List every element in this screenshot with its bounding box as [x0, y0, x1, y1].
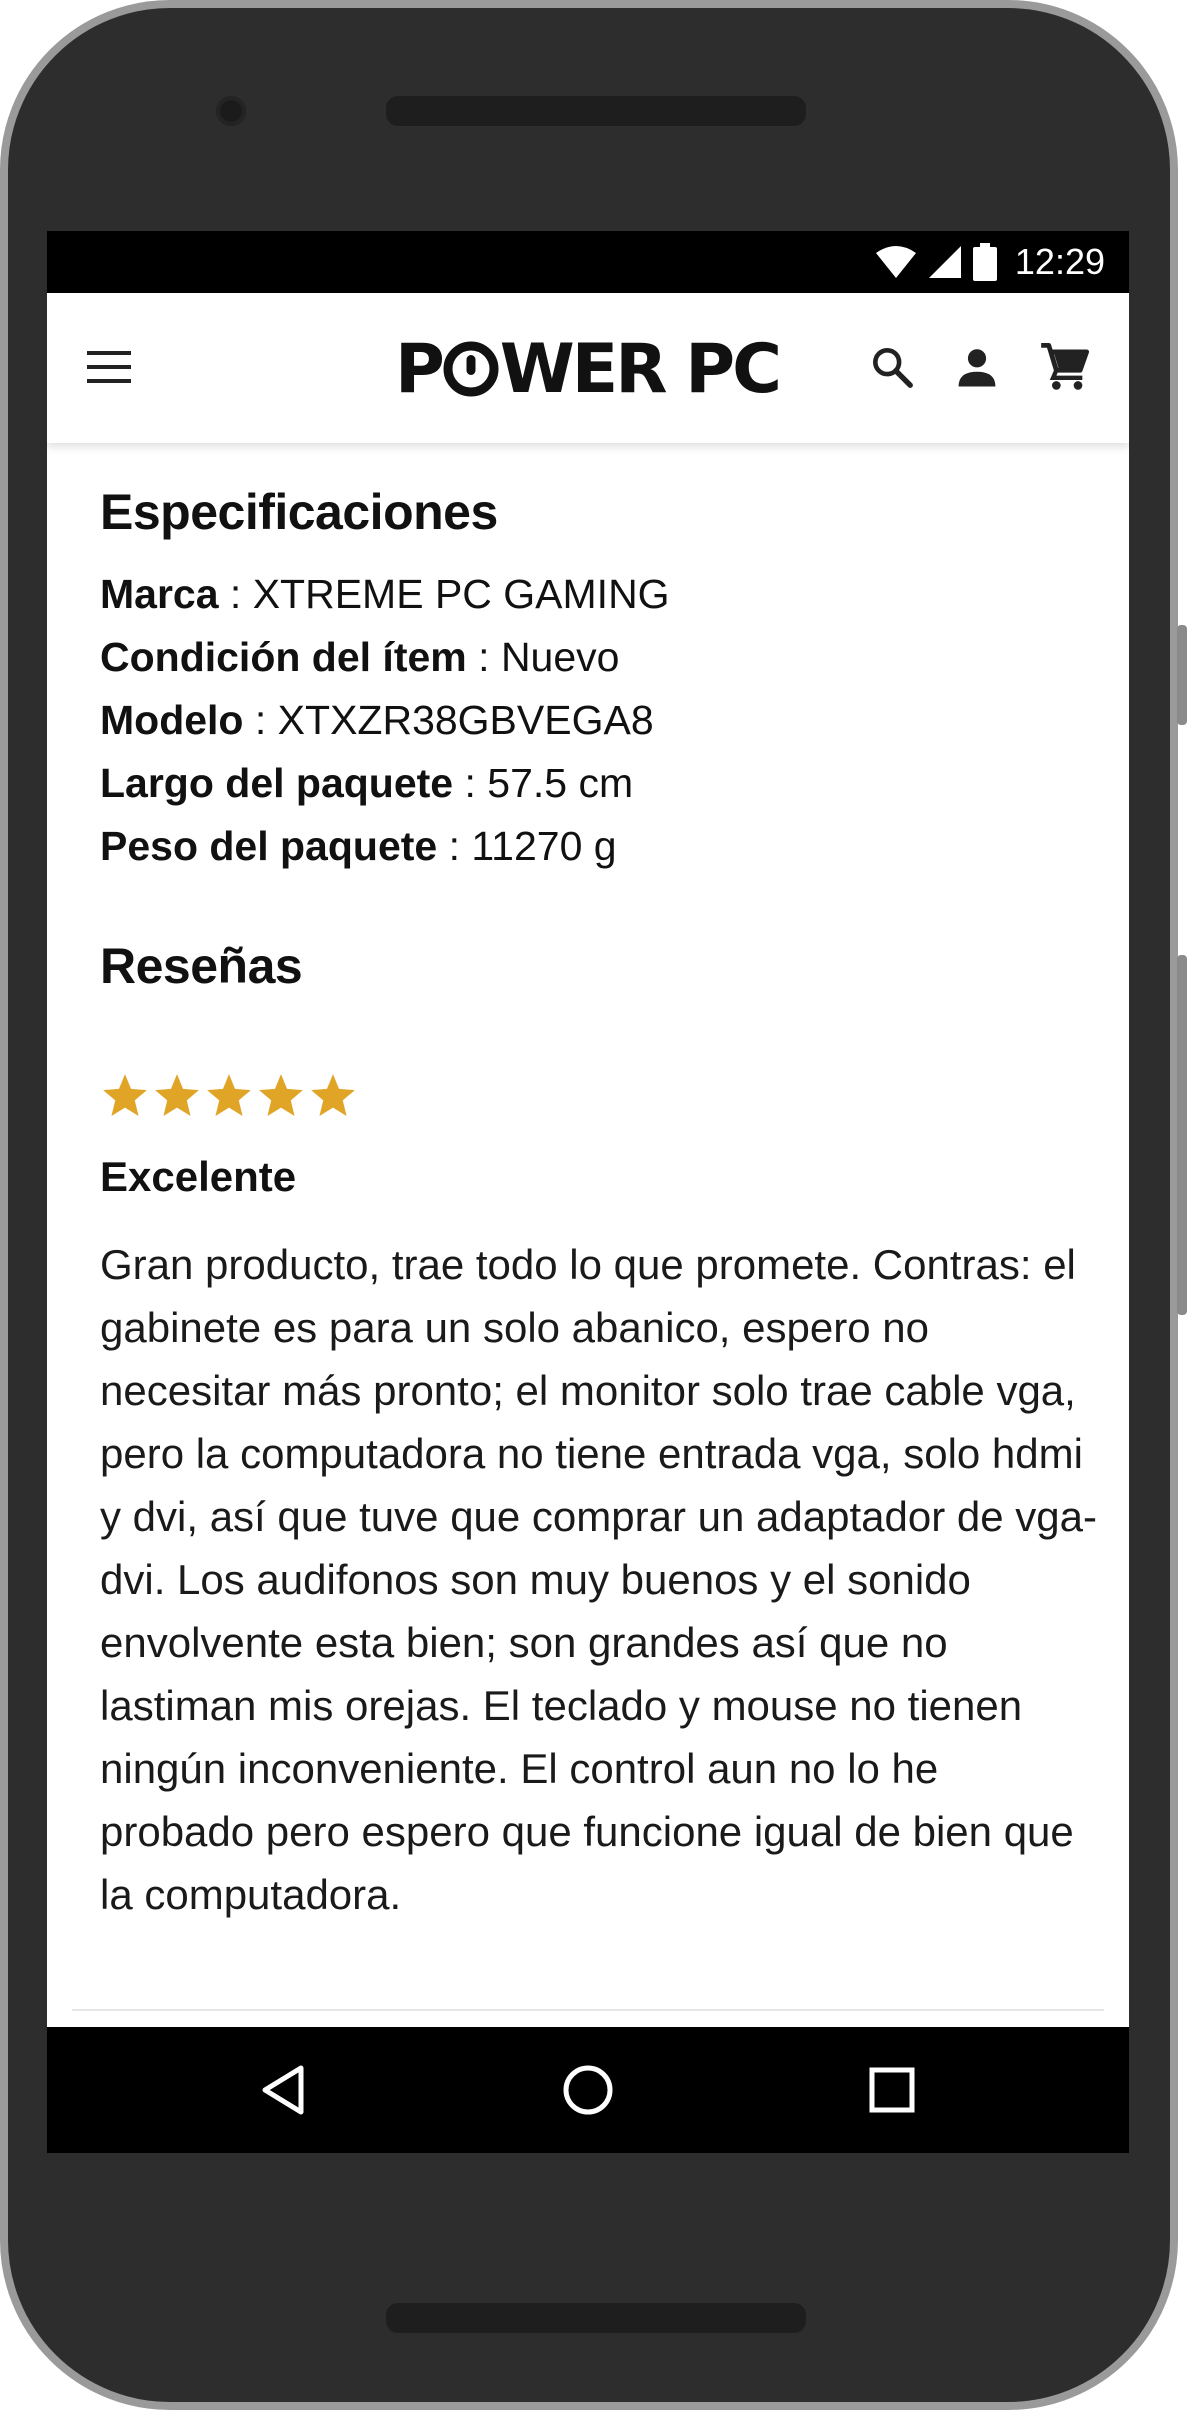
spec-value: 57.5 cm — [487, 760, 634, 806]
menu-button[interactable] — [85, 343, 133, 391]
earpiece-speaker — [386, 96, 806, 126]
status-bar: 12:29 — [47, 231, 1129, 293]
spec-value: Nuevo — [500, 634, 620, 680]
review-title: Excelente — [100, 1153, 297, 1200]
app-bar: P WER PC — [47, 293, 1129, 443]
volume-button — [1177, 955, 1187, 1315]
back-icon — [262, 2065, 304, 2115]
spec-label: Modelo — [100, 697, 244, 743]
logo-text-left: P — [394, 329, 445, 409]
specs-title: Especificaciones — [100, 484, 498, 540]
spec-row: Modelo : XTXZR38GBVEGA8 — [100, 689, 1100, 752]
spec-row: Peso del paquete : 11270 g — [100, 815, 1100, 878]
logo-text-right: WER PC — [499, 329, 782, 409]
spec-label: Condición del ítem — [100, 634, 467, 680]
navigation-bar — [47, 2027, 1129, 2153]
spec-value: XTXZR38GBVEGA8 — [277, 697, 654, 743]
spec-row: Marca : XTREME PC GAMING — [100, 563, 1100, 626]
spec-separator: : — [466, 634, 501, 680]
review-divider — [72, 2009, 1104, 2011]
product-detail-content[interactable]: Especificaciones Marca : XTREME PC GAMIN… — [47, 443, 1129, 2027]
spec-separator: : — [243, 697, 278, 743]
star-icon — [259, 1074, 303, 1116]
cell-signal-icon — [928, 246, 961, 278]
star-icon — [103, 1074, 147, 1116]
front-camera — [216, 96, 246, 126]
account-button[interactable] — [947, 337, 1007, 397]
home-button[interactable] — [558, 2060, 618, 2120]
star-icon — [207, 1074, 251, 1116]
spec-label: Largo del paquete — [100, 760, 454, 806]
menu-icon — [87, 351, 131, 383]
recents-button[interactable] — [862, 2060, 922, 2120]
star-icon — [155, 1074, 199, 1116]
spec-separator: : — [437, 823, 472, 869]
spec-label: Marca — [100, 571, 219, 617]
spec-value: 11270 g — [471, 823, 617, 869]
search-icon — [873, 348, 913, 388]
home-icon — [563, 2065, 613, 2115]
spec-value: XTREME PC GAMING — [252, 571, 670, 617]
power-button — [1177, 625, 1187, 725]
reviews-title: Reseñas — [100, 938, 303, 994]
back-button[interactable] — [253, 2060, 313, 2120]
power-pc-logo[interactable]: P WER PC — [387, 330, 787, 409]
battery-icon — [972, 243, 997, 281]
spec-row: Condición del ítem : Nuevo — [100, 626, 1100, 689]
cart-button[interactable] — [1035, 337, 1095, 397]
spec-separator: : — [453, 760, 488, 806]
spec-separator: : — [218, 571, 253, 617]
cart-icon — [1041, 342, 1090, 390]
star-icon — [311, 1074, 355, 1116]
review-body: Gran producto, trae todo lo que promete.… — [100, 1241, 1097, 1918]
spec-row: Largo del paquete : 57.5 cm — [100, 752, 1100, 815]
review-rating — [100, 1071, 358, 1121]
account-icon — [958, 349, 996, 387]
recents-icon — [869, 2067, 915, 2113]
power-symbol-icon — [443, 341, 499, 397]
search-button[interactable] — [862, 337, 922, 397]
status-time: 12:29 — [1014, 241, 1105, 282]
spec-label: Peso del paquete — [100, 823, 438, 869]
bottom-speaker — [386, 2303, 806, 2333]
screen: 12:29 P WER PC Especificaciones Marca: … — [47, 231, 1129, 2153]
wifi-icon — [875, 246, 916, 278]
specs-list: Marca : XTREME PC GAMING Condición del ít… — [100, 563, 1100, 878]
